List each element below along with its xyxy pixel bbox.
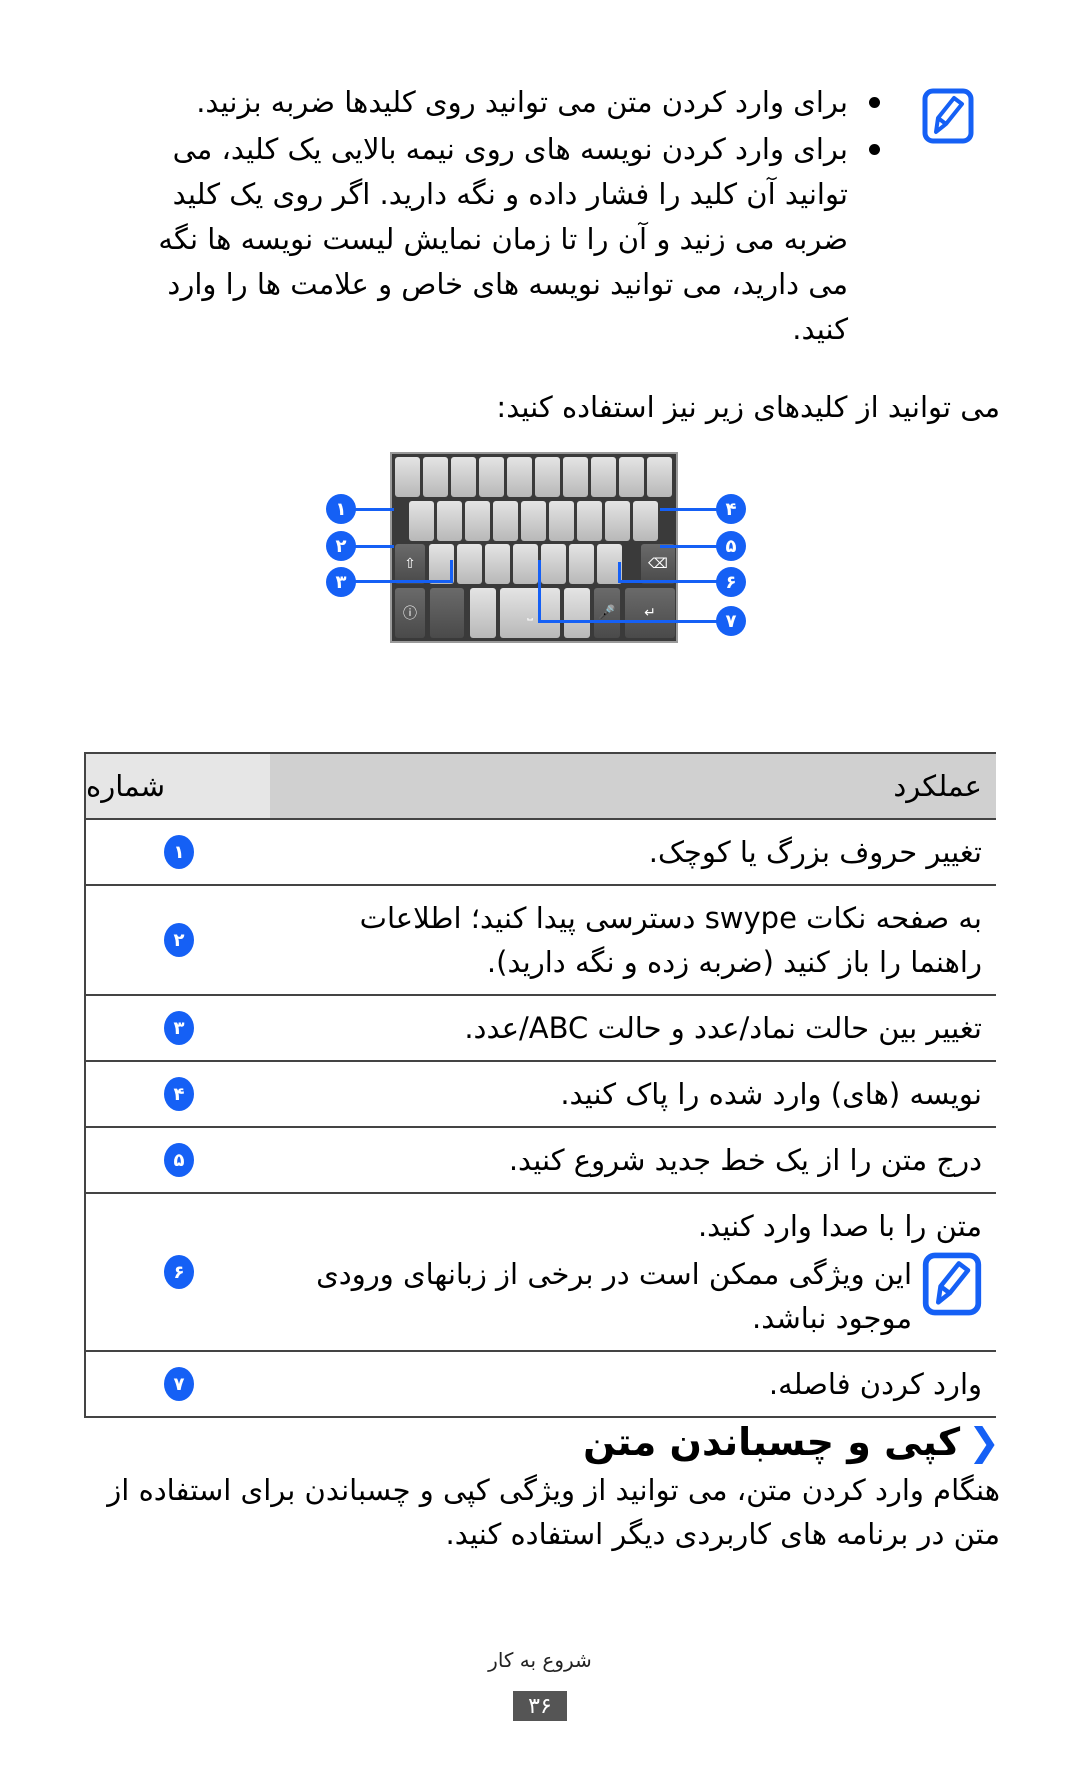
letter-key [513,544,538,584]
letter-key [549,501,574,541]
callout-line-6 [618,580,720,583]
backspace-key: ⌫ [641,544,675,584]
letter-key [647,457,672,497]
row-text: تغییر بین حالت نماد/عدد و حالت ABC/عدد. [464,1011,982,1045]
note-icon [922,88,974,144]
letter-key [619,457,644,497]
letter-key [507,457,532,497]
bullet-text: برای وارد کردن نویسه های روی نیمه بالایی… [158,132,848,346]
shift-key: ⇧ [395,544,425,584]
note-icon [922,1252,982,1316]
letter-key [563,457,588,497]
row-number-badge: ۷ [164,1367,194,1401]
letter-key [437,501,462,541]
table-row: ۱ تغییر حروف بزرگ یا کوچک. [84,820,996,886]
row-note-text: این ویژگی ممکن است در برخی از زبانهای ور… [316,1257,912,1335]
letter-key [457,544,482,584]
table-row: ۶ متن را با صدا وارد کنید. این ویژگی ممک… [84,1194,996,1352]
functions-table: شماره عملکرد ۱ تغییر حروف بزرگ یا کوچک. … [84,752,996,1418]
callout-line-3 [342,580,452,583]
swype-icon: ⓘ [403,606,417,622]
row-text: درج متن را از یک خط جدید شروع کنید. [508,1143,982,1177]
letter-key [470,588,496,638]
row-number-badge: ۱ [164,835,194,869]
bullet-text: برای وارد کردن متن می توانید روی کلیدها … [196,85,848,119]
row-number-badge: ۶ [164,1255,194,1289]
callout-badge-2: ۲ [326,531,356,561]
row-text: متن را با صدا وارد کنید. [697,1209,982,1243]
callout-line-7-vert [538,560,541,622]
letter-key [479,457,504,497]
table-row: ۲ به صفحه نکات swype دسترسی پیدا کنید؛ ا… [84,886,996,996]
row-number-badge: ۴ [164,1077,194,1111]
bullet-dot [869,97,880,108]
enter-key: ↵ [625,588,675,638]
row-text: نویسه (های) وارد شده را پاک کنید. [560,1077,982,1111]
symbol-key [430,588,464,638]
chevron-icon: ❮ [968,1420,1000,1464]
table-row: ۳ تغییر بین حالت نماد/عدد و حالت ABC/عدد… [84,996,996,1062]
table-row: ۴ نویسه (های) وارد شده را پاک کنید. [84,1062,996,1128]
table-row: ۷ وارد کردن فاصله. [84,1352,996,1418]
section-title-text: کپی و چسباندن متن [583,1420,961,1464]
keyboard: ⇧ ⌫ ⓘ ⎵ 🎤 ↵ [390,452,678,643]
shift-icon: ⇧ [404,556,416,572]
note-bullets: برای وارد کردن متن می توانید روی کلیدها … [120,80,880,354]
callout-badge-1: ۱ [326,494,356,524]
callout-badge-6: ۶ [716,567,746,597]
letter-key [395,457,420,497]
letter-key [521,501,546,541]
header-function: عملکرد [893,769,982,803]
backspace-icon: ⌫ [648,556,668,572]
callout-badge-5: ۵ [716,531,746,561]
letter-key [409,501,434,541]
callout-line-5 [660,545,720,548]
bullet-item: برای وارد کردن متن می توانید روی کلیدها … [120,80,880,125]
row-text: به صفحه نکات swype دسترسی پیدا کنید؛ اطل… [359,901,982,979]
letter-key [577,501,602,541]
row-number-badge: ۵ [164,1143,194,1177]
intro-text: می توانید از کلیدهای زیر نیز استفاده کنی… [496,390,1000,424]
keyboard-diagram: ⇧ ⌫ ⓘ ⎵ 🎤 ↵ ۱ ۲ ۳ ۴ ۵ ۶ ۷ [320,440,760,720]
page-number: ۳۶ [513,1691,567,1721]
callout-badge-3: ۳ [326,567,356,597]
callout-line-4 [660,508,720,511]
callout-badge-7: ۷ [716,606,746,636]
section-title: ❮کپی و چسباندن متن [120,1420,1000,1464]
bullet-dot [869,144,880,155]
callout-line-6-vert [618,562,621,582]
section-body: هنگام وارد کردن متن، می توانید از ویژگی … [107,1473,1000,1551]
space-icon: ⎵ [527,605,533,621]
enter-icon: ↵ [644,605,656,621]
table-header: شماره عملکرد [84,752,996,820]
callout-line-7 [538,620,720,623]
letter-key [535,457,560,497]
table-row: ۵ درج متن را از یک خط جدید شروع کنید. [84,1128,996,1194]
letter-key [493,501,518,541]
letter-key [591,457,616,497]
letter-key [451,457,476,497]
bullet-item: برای وارد کردن نویسه های روی نیمه بالایی… [120,127,880,352]
mic-key: 🎤 [594,588,620,638]
letter-key [633,501,658,541]
letter-key [569,544,594,584]
chapter-label: شروع به کار [488,1648,592,1672]
letter-key [423,457,448,497]
letter-key [564,588,590,638]
header-number: شماره [84,754,270,818]
row-note: این ویژگی ممکن است در برخی از زبانهای ور… [286,1252,982,1340]
row-number-badge: ۳ [164,1011,194,1045]
letter-key [485,544,510,584]
row-text: وارد کردن فاصله. [768,1367,982,1401]
space-key: ⎵ [500,588,560,638]
callout-line-3-vert [450,560,453,583]
letter-key [605,501,630,541]
mic-icon: 🎤 [598,605,616,621]
letter-key [465,501,490,541]
letter-key [541,544,566,584]
row-number-badge: ۲ [164,923,194,957]
callout-badge-4: ۴ [716,494,746,524]
row-text: تغییر حروف بزرگ یا کوچک. [648,835,982,869]
swype-key: ⓘ [395,588,425,638]
